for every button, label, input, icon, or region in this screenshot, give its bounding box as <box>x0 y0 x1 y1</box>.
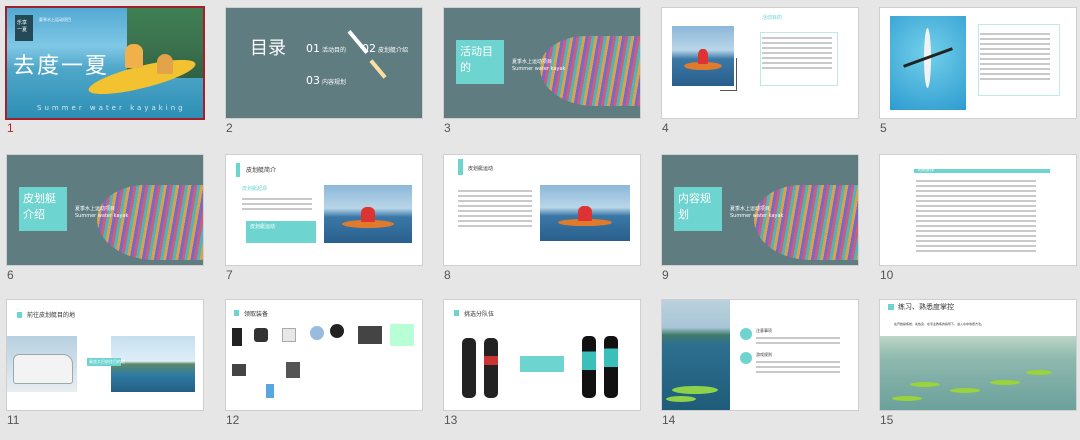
slide-4-heading: 活动目的 <box>762 15 783 21</box>
slide-6-title: 皮划艇介绍 <box>23 192 56 221</box>
slide-10-heading: 时间安排 <box>918 167 934 172</box>
slide-7-thumbnail[interactable]: 皮划艇简介 皮划艇起源 皮划艇运动 <box>226 155 422 265</box>
slide-12-thumbnail[interactable]: 领取装备 <box>226 300 422 410</box>
slide-number: 11 <box>7 413 20 427</box>
slide-sorter: 乐享一夏 夏季水上运动项目 去度一夏 Summer water kayaking… <box>0 0 1080 427</box>
slide-7-heading: 皮划艇简介 <box>246 167 277 174</box>
slide-11-thumbnail[interactable]: 前往皮划艇目的地 乘坐大巴前往目的地 <box>7 300 203 410</box>
slide-number: 12 <box>226 413 240 427</box>
slide-number: 1 <box>7 121 14 135</box>
slide-1-caption: 夏季水上运动项目 <box>39 17 71 22</box>
slide-1-title: 去度一夏 <box>13 54 110 79</box>
slide-4-thumbnail[interactable]: 活动目的 <box>662 8 858 118</box>
slide-13-heading: 挑选分队伍 <box>464 311 495 318</box>
slide-5-thumbnail[interactable] <box>880 8 1076 118</box>
slide-number: 13 <box>444 413 458 427</box>
slide-10-thumbnail[interactable]: 时间安排 <box>880 155 1076 265</box>
slide-number: 5 <box>880 121 887 135</box>
slide-3-thumbnail[interactable]: 活动目的 夏季水上运动项目 Summer water kayak <box>444 8 640 118</box>
slide-12[interactable]: 领取装备 12 <box>226 300 436 440</box>
slide-15[interactable]: 练习、熟悉度掌控 在开始操练前，先热身，在专业教练的指导下，进入水中熟悉方法。 … <box>880 300 1080 440</box>
slide-number: 15 <box>880 413 894 427</box>
toc-item: 内容规划 <box>322 79 347 86</box>
slide-7[interactable]: 皮划艇简介 皮划艇起源 皮划艇运动 7 <box>226 155 436 295</box>
toc-item: 活动目的 <box>322 47 347 54</box>
stamp-logo: 乐享一夏 <box>15 15 33 41</box>
slide-8[interactable]: 皮划艇运动 8 <box>444 155 654 295</box>
slide-number: 2 <box>226 121 233 135</box>
slide-8-thumbnail[interactable]: 皮划艇运动 <box>444 155 640 265</box>
toc-item: 皮划艇介绍 <box>378 47 409 54</box>
slide-1-subtitle: Summer water kayaking <box>37 104 186 112</box>
slide-11[interactable]: 前往皮划艇目的地 乘坐大巴前往目的地 11 <box>7 300 217 440</box>
slide-2-thumbnail[interactable]: 目录 01 活动目的 02 皮划艇介绍 03 内容规划 <box>226 8 422 118</box>
slide-6[interactable]: 皮划艇介绍 夏季水上运动项目 Summer water kayak 6 <box>7 155 217 295</box>
slide-2[interactable]: 目录 01 活动目的 02 皮划艇介绍 03 内容规划 2 <box>226 8 436 148</box>
slide-2-title: 目录 <box>250 38 286 59</box>
slide-number: 7 <box>226 268 233 282</box>
slide-9-title: 内容规划 <box>678 192 711 221</box>
slide-number: 14 <box>662 413 676 427</box>
slide-number: 3 <box>444 121 451 135</box>
slide-number: 8 <box>444 268 451 282</box>
slide-8-heading: 皮划艇运动 <box>468 166 494 172</box>
slide-15-heading: 练习、熟悉度掌控 <box>898 303 954 311</box>
slide-12-heading: 领取装备 <box>244 311 269 318</box>
slide-15-thumbnail[interactable]: 练习、熟悉度掌控 在开始操练前，先热身，在专业教练的指导下，进入水中熟悉方法。 <box>880 300 1076 410</box>
slide-10[interactable]: 时间安排 10 <box>880 155 1080 295</box>
slide-number: 10 <box>880 268 894 282</box>
slide-13[interactable]: 挑选分队伍 13 <box>444 300 654 440</box>
slide-14-thumbnail[interactable]: 注意事项 游戏规则 <box>662 300 858 410</box>
slide-6-thumbnail[interactable]: 皮划艇介绍 夏季水上运动项目 Summer water kayak <box>7 155 203 265</box>
slide-3-title: 活动目的 <box>460 45 493 74</box>
slide-9-thumbnail[interactable]: 内容规划 夏季水上运动项目 Summer water kayak <box>662 155 858 265</box>
slide-number: 9 <box>662 268 669 282</box>
slide-4[interactable]: 活动目的 4 <box>662 8 872 148</box>
slide-number: 4 <box>662 121 669 135</box>
slide-1-thumbnail[interactable]: 乐享一夏 夏季水上运动项目 去度一夏 Summer water kayaking <box>7 8 203 118</box>
slide-5[interactable]: 5 <box>880 8 1080 148</box>
slide-13-thumbnail[interactable]: 挑选分队伍 <box>444 300 640 410</box>
slide-9[interactable]: 内容规划 夏季水上运动项目 Summer water kayak 9 <box>662 155 872 295</box>
slide-1[interactable]: 乐享一夏 夏季水上运动项目 去度一夏 Summer water kayaking… <box>7 8 217 148</box>
slide-3[interactable]: 活动目的 夏季水上运动项目 Summer water kayak 3 <box>444 8 654 148</box>
slide-14[interactable]: 注意事项 游戏规则 14 <box>662 300 872 440</box>
slide-number: 6 <box>7 268 14 282</box>
slide-11-heading: 前往皮划艇目的地 <box>27 312 76 319</box>
